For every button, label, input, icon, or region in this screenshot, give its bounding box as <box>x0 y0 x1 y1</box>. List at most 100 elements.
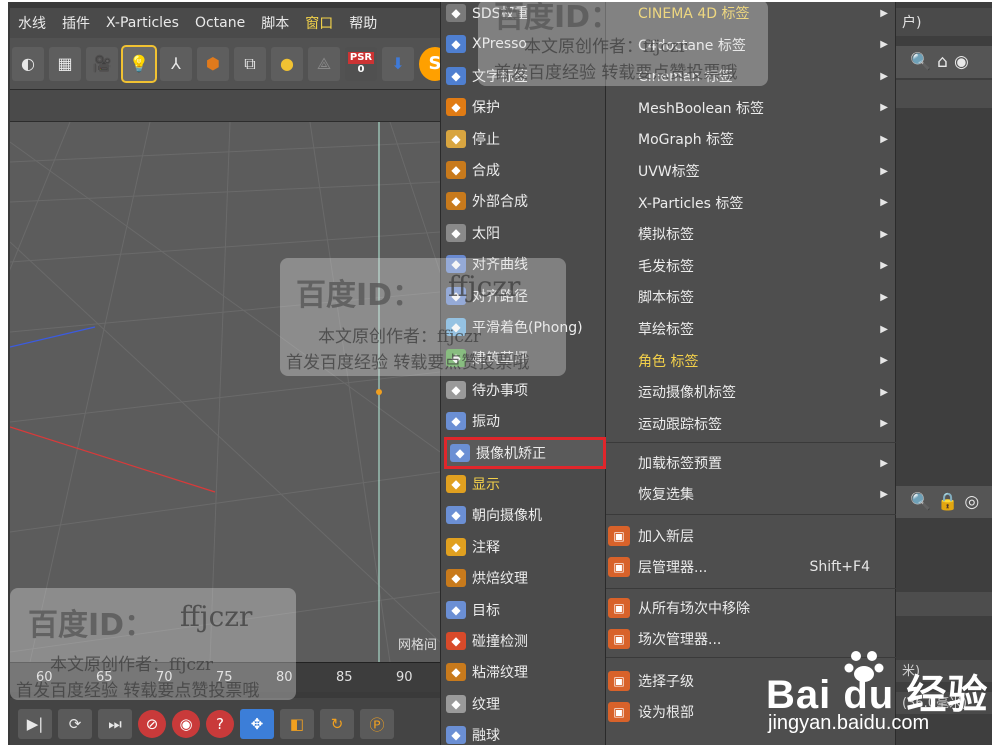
render-region-icon[interactable]: ⧉ <box>234 46 266 81</box>
menubar-item-1[interactable]: 插件 <box>54 13 98 33</box>
tags-submenu: CINEMA 4D 标签 ▶ C4doctane 标签 ▶ Cineman 标签 ▶ Mes… <box>606 0 896 753</box>
protect-icon: ◆ <box>446 98 466 117</box>
chevron-right-icon: ▶ <box>880 165 888 177</box>
menu-item-annotation[interactable]: ◆ 注释 <box>441 532 607 562</box>
menu-item-collision[interactable]: ◆ 碰撞检测 <box>441 626 607 656</box>
menu-item-metaball[interactable]: ◆ 融球 <box>441 720 607 750</box>
shortcut-label: Shift+F4 <box>809 559 870 575</box>
baidu-url: jingyan.baidu.com <box>768 712 930 734</box>
submenu-item[interactable]: ▣ 层管理器... Shift+F4 <box>606 552 896 582</box>
menu-item-texture[interactable]: ◆ 纹理 <box>441 689 607 719</box>
stop-icon: ◆ <box>446 129 466 148</box>
grid-spacing-label: 网格间 <box>398 638 438 653</box>
submenu-item[interactable]: 运动摄像机标签 ▶ <box>606 377 896 407</box>
submenu-item-label: MoGraph 标签 <box>638 132 735 149</box>
menu-item-label: 停止 <box>472 131 500 148</box>
record-icon[interactable]: ⊘ <box>138 710 166 738</box>
target-view-icon[interactable]: ◎ <box>964 492 979 512</box>
bake-texture-icon: ◆ <box>446 569 466 588</box>
menubar-item-6[interactable]: 帮助 <box>341 13 385 33</box>
snap-button[interactable]: S <box>419 46 440 81</box>
submenu-item[interactable]: 草绘标签 ▶ <box>606 314 896 344</box>
menubar: 水线 插件 X-Particles Octane 脚本 窗口 帮助 <box>10 8 440 38</box>
external-compositing-icon: ◆ <box>446 192 466 211</box>
menu-item-protect[interactable]: ◆ 保护 <box>441 92 607 122</box>
search-icon-2[interactable]: 🔍 <box>910 492 931 512</box>
submenu-item[interactable]: X-Particles 标签 ▶ <box>606 188 896 218</box>
menu-item-sticky-texture[interactable]: ◆ 粘滞纹理 <box>441 657 607 687</box>
menubar-item-4[interactable]: 脚本 <box>253 13 297 33</box>
chevron-right-icon: ▶ <box>880 355 888 367</box>
play-forward-icon[interactable]: ▶| <box>18 709 52 739</box>
home-icon[interactable]: ⌂ <box>937 52 948 72</box>
menu-item-label: 碰撞检测 <box>472 634 528 650</box>
menu-separator <box>606 442 896 443</box>
menu-item-display[interactable]: ◆ 显示 <box>441 469 607 499</box>
camera-icon[interactable]: 🎥 <box>86 46 118 81</box>
panel-toolbar: 🔍 ⌂ ◉ <box>896 46 996 78</box>
menubar-item-0[interactable]: 水线 <box>10 13 54 33</box>
visibility-icon[interactable]: ◉ <box>954 52 969 72</box>
menu-item-external-compositing[interactable]: ◆ 外部合成 <box>441 186 607 216</box>
light-icon[interactable]: 💡 <box>121 44 157 83</box>
menu-item-todo[interactable]: ◆ 待办事项 <box>441 375 607 405</box>
menu-item-look-at-camera[interactable]: ◆ 朝向摄像机 <box>441 500 607 530</box>
menu-item-compositing[interactable]: ◆ 合成 <box>441 155 607 185</box>
submenu-item[interactable]: 毛发标签 ▶ <box>606 251 896 281</box>
menu-item-target[interactable]: ◆ 目标 <box>441 595 607 625</box>
keyframe-help-icon[interactable]: ? <box>206 710 234 738</box>
submenu-item[interactable]: ▣ 加入新层 <box>606 521 896 551</box>
light-xyz-icon[interactable]: ● <box>271 46 303 81</box>
layer-manager-icon: ▣ <box>608 557 630 577</box>
panel-tabs <box>896 80 996 108</box>
submenu-item[interactable]: 运动跟踪标签 ▶ <box>606 409 896 439</box>
menubar-item-5[interactable]: 窗口 <box>297 13 341 33</box>
view-icon[interactable]: ◐ <box>12 46 44 81</box>
cube-tag-icon[interactable]: ⬢ <box>197 46 229 81</box>
submenu-item-label: 加入新层 <box>638 529 694 545</box>
param-tool-icon[interactable]: Ⓟ <box>360 709 394 739</box>
lock-icon[interactable]: 🔒 <box>937 492 958 512</box>
menu-item-stop[interactable]: ◆ 停止 <box>441 124 607 154</box>
search-icon[interactable]: 🔍 <box>910 52 931 72</box>
chevron-right-icon: ▶ <box>880 418 888 430</box>
drop-object-icon[interactable]: ⬇ <box>382 46 414 81</box>
menu-separator <box>606 514 896 515</box>
menu-item-bake-texture[interactable]: ◆ 烘焙纹理 <box>441 563 607 593</box>
submenu-item[interactable]: 脚本标签 ▶ <box>606 282 896 312</box>
viewport[interactable]: 网格间 <box>10 122 440 662</box>
autokey-icon[interactable]: ◉ <box>172 710 200 738</box>
loop-icon[interactable]: ⟳ <box>58 709 92 739</box>
menubar-item-2[interactable]: X-Particles <box>98 15 187 31</box>
psr-button[interactable]: PSR 0 <box>345 46 377 81</box>
floor-icon[interactable]: ▦ <box>49 46 81 81</box>
select-children-icon: ▣ <box>608 671 630 691</box>
menu-item-sun[interactable]: ◆ 太阳 <box>441 218 607 248</box>
move-tool-icon[interactable]: ✥ <box>240 709 274 739</box>
submenu-item[interactable]: 加载标签预置 ▶ <box>606 448 896 478</box>
collision-icon: ◆ <box>446 632 466 650</box>
symmetry-icon[interactable]: ⟁ <box>308 46 340 81</box>
joint-icon[interactable]: ⅄ <box>160 46 192 81</box>
go-end-icon[interactable]: ⏭ <box>98 709 132 739</box>
transport-bar: ▶| ⟳ ⏭ ⊘ ◉ ? ✥ ◧ ↻ Ⓟ <box>10 698 440 750</box>
submenu-item[interactable]: UVW标签 ▶ <box>606 156 896 186</box>
submenu-item[interactable]: MeshBoolean 标签 ▶ <box>606 93 896 123</box>
watermark-line2-2: 首发百度经验 转载要点赞投票哦 <box>494 63 738 83</box>
menu-item-label: 合成 <box>472 163 500 179</box>
compositing-icon: ◆ <box>446 161 466 179</box>
submenu-item[interactable]: 恢复选集 ▶ <box>606 479 896 509</box>
submenu-item[interactable]: 模拟标签 ▶ <box>606 219 896 249</box>
text-icon: ◆ <box>446 66 466 85</box>
submenu-item[interactable]: MoGraph 标签 ▶ <box>606 124 896 154</box>
menu-item-vibrate[interactable]: ◆ 振动 <box>441 406 607 436</box>
menubar-item-3[interactable]: Octane <box>187 15 253 31</box>
menu-item-camera-calibrate[interactable]: ◆ 摄像机矫正 <box>444 436 606 469</box>
submenu-item[interactable]: 角色 标签 ▶ <box>606 346 896 376</box>
submenu-item-label: 角色 标签 <box>638 353 699 370</box>
scale-tool-icon[interactable]: ◧ <box>280 709 314 739</box>
chevron-right-icon: ▶ <box>880 260 888 272</box>
vibrate-icon: ◆ <box>446 412 466 431</box>
rotate-tool-icon[interactable]: ↻ <box>320 709 354 739</box>
submenu-item[interactable]: ▣ 从所有场次中移除 <box>606 593 896 623</box>
